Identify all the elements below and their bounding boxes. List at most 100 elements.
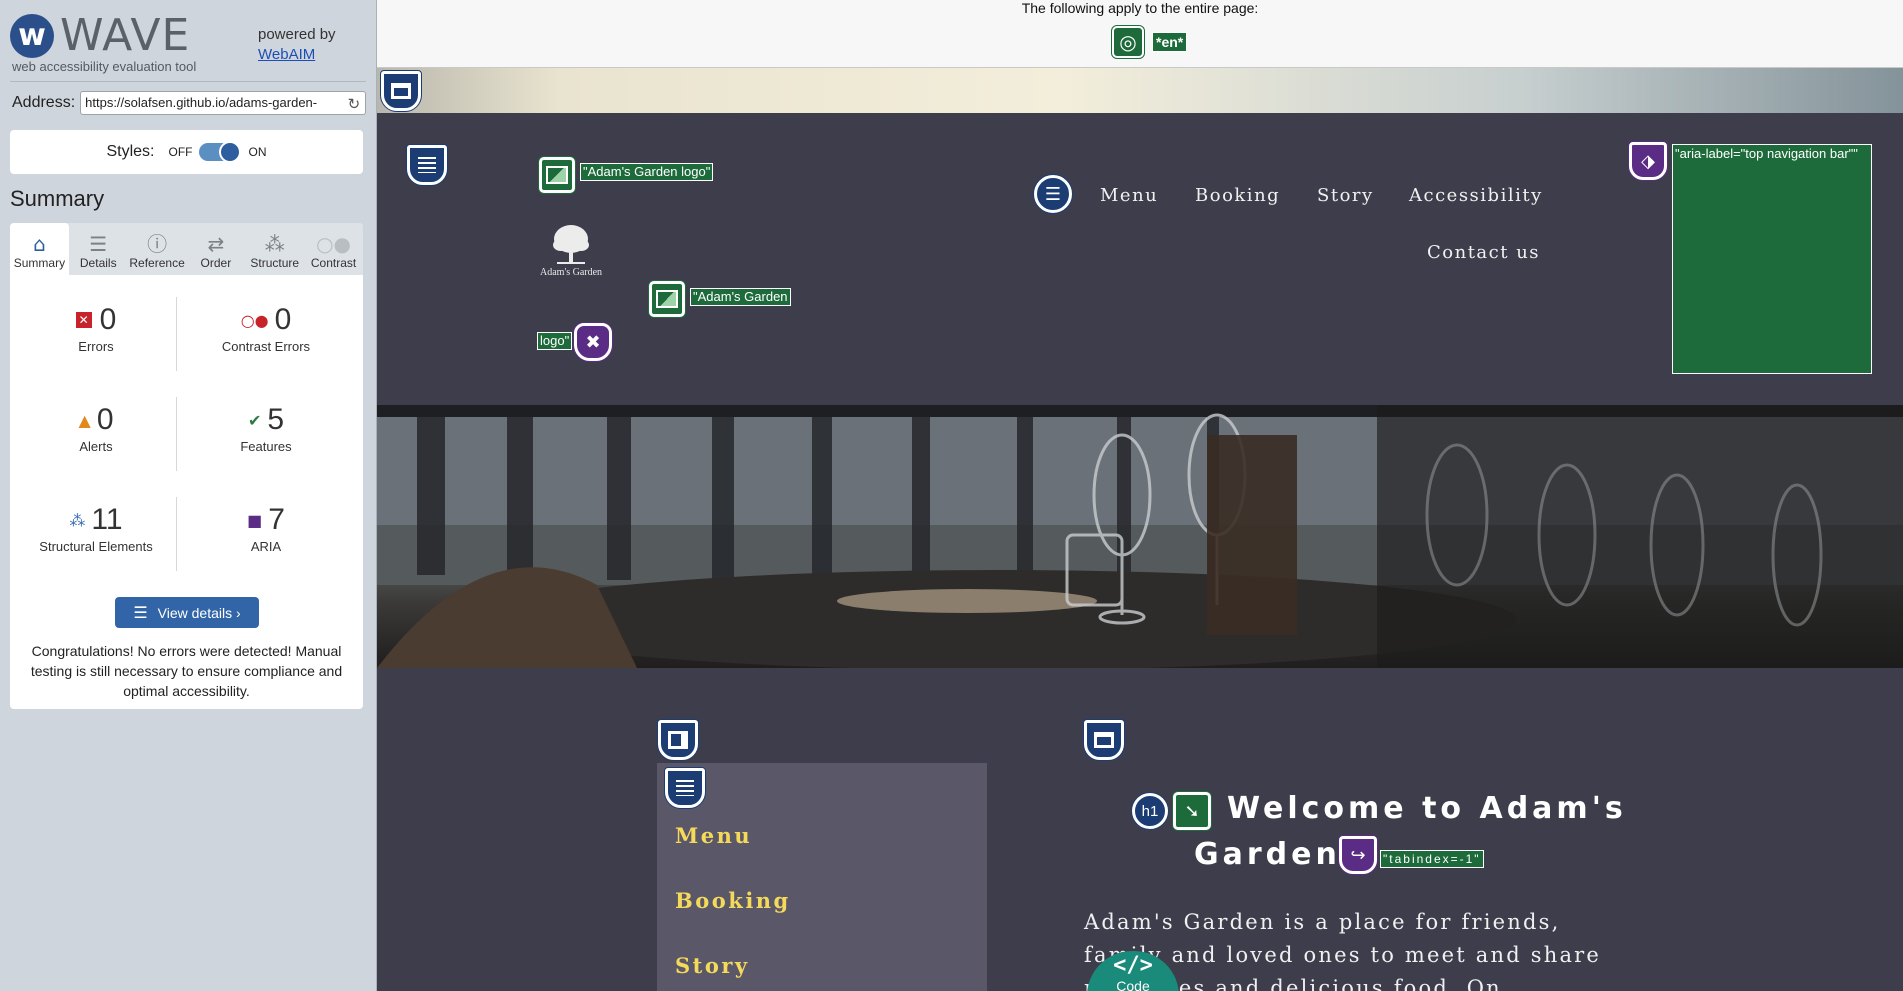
image-alt-icon[interactable] xyxy=(649,281,685,317)
divider xyxy=(176,497,177,571)
structural-count: 11 xyxy=(91,503,123,536)
styles-toggle-panel: Styles: OFF ON xyxy=(10,130,363,174)
stat-contrast-errors[interactable]: ○● 0 Contrast Errors xyxy=(186,303,346,354)
error-icon: ✕ xyxy=(75,312,92,328)
site-logo[interactable]: Adam's Garden xyxy=(540,223,602,278)
divider xyxy=(176,297,177,371)
address-value: https://solafsen.github.io/adams-garden- xyxy=(85,95,318,110)
tab-label: Contrast xyxy=(310,256,357,270)
toggle-knob xyxy=(218,141,241,163)
tab-label: Reference xyxy=(129,256,185,270)
stat-features[interactable]: ✔ 5 Features xyxy=(186,403,346,454)
aria-label-icon[interactable]: ⬗ xyxy=(1629,142,1667,180)
styles-off-label: OFF xyxy=(168,145,193,159)
nav-contact[interactable]: Contact us xyxy=(1427,242,1540,263)
features-count: 5 xyxy=(267,403,285,436)
powered-by-text: powered by xyxy=(258,26,336,43)
aria-hidden-icon[interactable]: ✖ xyxy=(574,323,612,361)
tab-label: Structure xyxy=(250,256,300,270)
summary-panel: ⌂ Summary ☰ Details ⓘ Reference ⇄ Order … xyxy=(10,223,363,709)
wave-logo-icon: w xyxy=(10,13,54,58)
reload-icon[interactable]: ↻ xyxy=(348,94,361,114)
structure-icon: ⁂ xyxy=(69,510,86,530)
structure-header-icon[interactable] xyxy=(407,145,447,185)
contrast-error-icon: ○● xyxy=(240,310,269,330)
tab-summary[interactable]: ⌂ Summary xyxy=(10,223,69,275)
structure-main-icon[interactable] xyxy=(1084,720,1124,760)
divider xyxy=(10,81,366,82)
wave-sidebar: w WAVE web accessibility evaluation tool… xyxy=(0,0,377,991)
alt-text-label: logo" xyxy=(537,332,573,350)
divider xyxy=(176,397,177,471)
nav-booking[interactable]: Booking xyxy=(1195,185,1280,206)
nav-story[interactable]: Story xyxy=(1317,185,1374,206)
tab-structure[interactable]: ⁂ Structure xyxy=(245,223,304,275)
feature-icon: ✔ xyxy=(247,410,262,430)
side-menu-item-menu[interactable]: Menu xyxy=(675,823,752,848)
side-menu-item-booking[interactable]: Booking xyxy=(675,888,791,913)
order-icon: ⇄ xyxy=(207,232,225,256)
restaurant-photo xyxy=(377,405,1903,668)
view-details-button[interactable]: ☰ View details › xyxy=(115,597,259,628)
alert-icon: ▲ xyxy=(78,410,91,430)
page-level-panel: The following apply to the entire page: … xyxy=(377,0,1903,68)
home-icon: ⌂ xyxy=(33,232,46,256)
tab-label: Order xyxy=(200,256,232,270)
contrast-icon: ○● xyxy=(316,232,351,256)
logo-text: Adam's Garden xyxy=(540,267,603,278)
page-level-icons: ◎ *en* xyxy=(1112,26,1188,58)
structure-box-icon[interactable] xyxy=(381,71,421,111)
code-icon: </> xyxy=(1113,953,1153,978)
aria-label: ARIA xyxy=(250,539,282,554)
aria-label-text: "aria-label="top navigation bar"" xyxy=(1675,146,1858,161)
styles-on-label: ON xyxy=(248,145,267,159)
structure-icon: ⁂ xyxy=(264,232,285,256)
address-label: Address: xyxy=(12,94,76,111)
nav-menu[interactable]: Menu xyxy=(1100,185,1158,206)
header-hero-strip xyxy=(377,68,1903,113)
stat-aria[interactable]: ■ 7 ARIA xyxy=(186,503,346,554)
tabindex-icon[interactable]: ↪ xyxy=(1339,836,1377,874)
code-label: Code xyxy=(1116,978,1150,991)
tab-details[interactable]: ☰ Details xyxy=(69,223,128,275)
tab-label: Summary xyxy=(13,256,66,270)
tabindex-label: "tabindex=-1" xyxy=(1380,850,1484,868)
globe-icon[interactable]: ◎ xyxy=(1112,26,1144,58)
wave-logo-word: WAVE xyxy=(60,10,191,61)
errors-count: 0 xyxy=(99,303,117,336)
styles-toggle[interactable] xyxy=(198,141,241,163)
summary-heading: Summary xyxy=(10,186,105,211)
wave-logo[interactable]: w WAVE xyxy=(10,10,190,61)
structural-label: Structural Elements xyxy=(39,539,153,554)
powered-by: powered by WebAIM xyxy=(258,25,336,65)
side-menu-item-story[interactable]: Story xyxy=(675,953,750,978)
address-bar: Address: https://solafsen.github.io/adam… xyxy=(12,91,367,115)
tab-order[interactable]: ⇄ Order xyxy=(186,223,245,275)
tab-reference[interactable]: ⓘ Reference xyxy=(128,223,187,275)
tab-contrast[interactable]: ○● Contrast xyxy=(304,223,363,275)
stat-alerts[interactable]: ▲ 0 Alerts xyxy=(16,403,176,454)
alt-text-label: "Adam's Garden logo" xyxy=(580,163,714,181)
stat-errors[interactable]: ✕ 0 Errors xyxy=(16,303,176,354)
features-label: Features xyxy=(240,439,292,454)
aria-label-box: "aria-label="top navigation bar"" xyxy=(1672,144,1872,374)
contrast-errors-label: Contrast Errors xyxy=(221,339,311,354)
side-menu: Menu Booking Story xyxy=(657,763,987,991)
structure-list-icon[interactable] xyxy=(665,768,705,808)
evaluated-page: The following apply to the entire page: … xyxy=(377,0,1903,991)
congrats-message: Congratulations! No errors were detected… xyxy=(30,643,343,699)
address-input[interactable]: https://solafsen.github.io/adams-garden-… xyxy=(80,91,367,115)
main-content: Menu Booking Story h1 ➘ Welcome to Adam'… xyxy=(377,668,1903,991)
tree-icon xyxy=(553,225,589,264)
webaim-link[interactable]: WebAIM xyxy=(258,45,336,65)
wave-tagline: web accessibility evaluation tool xyxy=(12,59,197,74)
code-toggle-button[interactable]: </> Code xyxy=(1087,951,1179,991)
structure-aside-icon[interactable] xyxy=(658,720,698,760)
image-alt-icon[interactable] xyxy=(539,157,575,193)
nav-accessibility[interactable]: Accessibility xyxy=(1409,185,1543,206)
language-tag: *en* xyxy=(1152,32,1188,52)
site-header: "Adam's Garden logo" Adam's Garden "Adam… xyxy=(377,113,1903,405)
styles-label: Styles: xyxy=(106,143,155,160)
stat-structural[interactable]: ⁂ 11 Structural Elements xyxy=(16,503,176,554)
navigation-icon[interactable]: ☰ xyxy=(1034,175,1072,213)
